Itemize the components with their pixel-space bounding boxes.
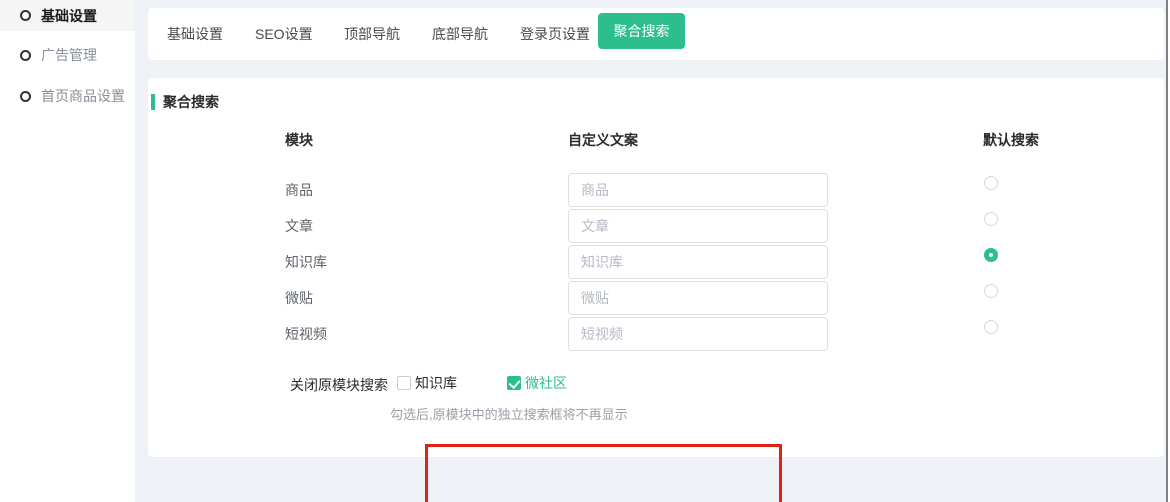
close-original-checkbox-group: 知识库 微社区 <box>397 373 567 393</box>
section-title: 聚合搜索 <box>163 94 219 110</box>
close-original-module-search-label: 关闭原模块搜索 <box>290 375 388 395</box>
column-header-default-search: 默认搜索 <box>983 130 1039 150</box>
checkbox-label: 微社区 <box>525 373 567 393</box>
custom-text-input[interactable] <box>568 281 828 315</box>
circle-icon <box>20 50 31 61</box>
tab-basic-settings[interactable]: 基础设置 <box>167 8 223 60</box>
aggregate-search-panel: 聚合搜索 模块 自定义文案 默认搜索 商品 文章 知识库 微贴 短视频 关闭原模… <box>148 78 1164 457</box>
sidebar-item-basic-settings[interactable]: 基础设置 <box>0 0 135 31</box>
table-row: 文章 <box>148 209 1164 245</box>
checkbox-hint-text: 勾选后,原模块中的独立搜索框将不再显示 <box>390 404 628 423</box>
custom-text-input[interactable] <box>568 317 828 351</box>
sidebar: 基础设置 广告管理 首页商品设置 <box>0 0 135 502</box>
sidebar-item-ad-management[interactable]: 广告管理 <box>0 41 135 69</box>
checkbox-label: 知识库 <box>415 373 457 393</box>
red-annotation-rectangle <box>425 444 782 502</box>
sidebar-item-label: 基础设置 <box>41 6 97 26</box>
tab-seo-settings[interactable]: SEO设置 <box>255 8 313 60</box>
default-search-radio[interactable] <box>984 212 998 226</box>
default-search-radio[interactable] <box>984 320 998 334</box>
sidebar-item-label: 广告管理 <box>41 45 97 65</box>
custom-text-input[interactable] <box>568 209 828 243</box>
column-header-module: 模块 <box>285 130 313 150</box>
module-label: 文章 <box>285 216 313 236</box>
default-search-radio[interactable] <box>984 248 998 262</box>
circle-icon <box>20 91 31 102</box>
tab-bar: 基础设置 SEO设置 顶部导航 底部导航 登录页设置 聚合搜索 <box>148 8 1164 60</box>
section-accent-bar-icon <box>151 94 155 110</box>
tab-top-nav[interactable]: 顶部导航 <box>344 8 400 60</box>
module-label: 知识库 <box>285 252 327 272</box>
tab-login-page[interactable]: 登录页设置 <box>520 8 590 60</box>
scrollbar-thumb[interactable] <box>1166 0 1168 502</box>
module-label: 微贴 <box>285 288 313 308</box>
checkbox-item-knowledge-base[interactable]: 知识库 <box>397 373 457 393</box>
circle-icon <box>20 10 31 21</box>
sidebar-item-label: 首页商品设置 <box>41 86 125 106</box>
module-label: 商品 <box>285 180 313 200</box>
checkbox-icon[interactable] <box>397 376 411 390</box>
module-label: 短视频 <box>285 324 327 344</box>
table-row: 商品 <box>148 173 1164 209</box>
tab-aggregate-search-active[interactable]: 聚合搜索 <box>598 13 685 49</box>
default-search-radio[interactable] <box>984 284 998 298</box>
checkbox-icon[interactable] <box>507 376 521 390</box>
default-search-radio[interactable] <box>984 176 998 190</box>
table-header-row: 模块 自定义文案 默认搜索 <box>148 130 1164 152</box>
sidebar-item-homepage-products[interactable]: 首页商品设置 <box>0 82 135 110</box>
table-row: 微贴 <box>148 281 1164 317</box>
custom-text-input[interactable] <box>568 245 828 279</box>
table-row: 知识库 <box>148 245 1164 281</box>
table-row: 短视频 <box>148 317 1164 353</box>
checkbox-item-micro-community[interactable]: 微社区 <box>507 373 567 393</box>
custom-text-input[interactable] <box>568 173 828 207</box>
column-header-custom-text: 自定义文案 <box>568 130 638 150</box>
tab-bottom-nav[interactable]: 底部导航 <box>432 8 488 60</box>
